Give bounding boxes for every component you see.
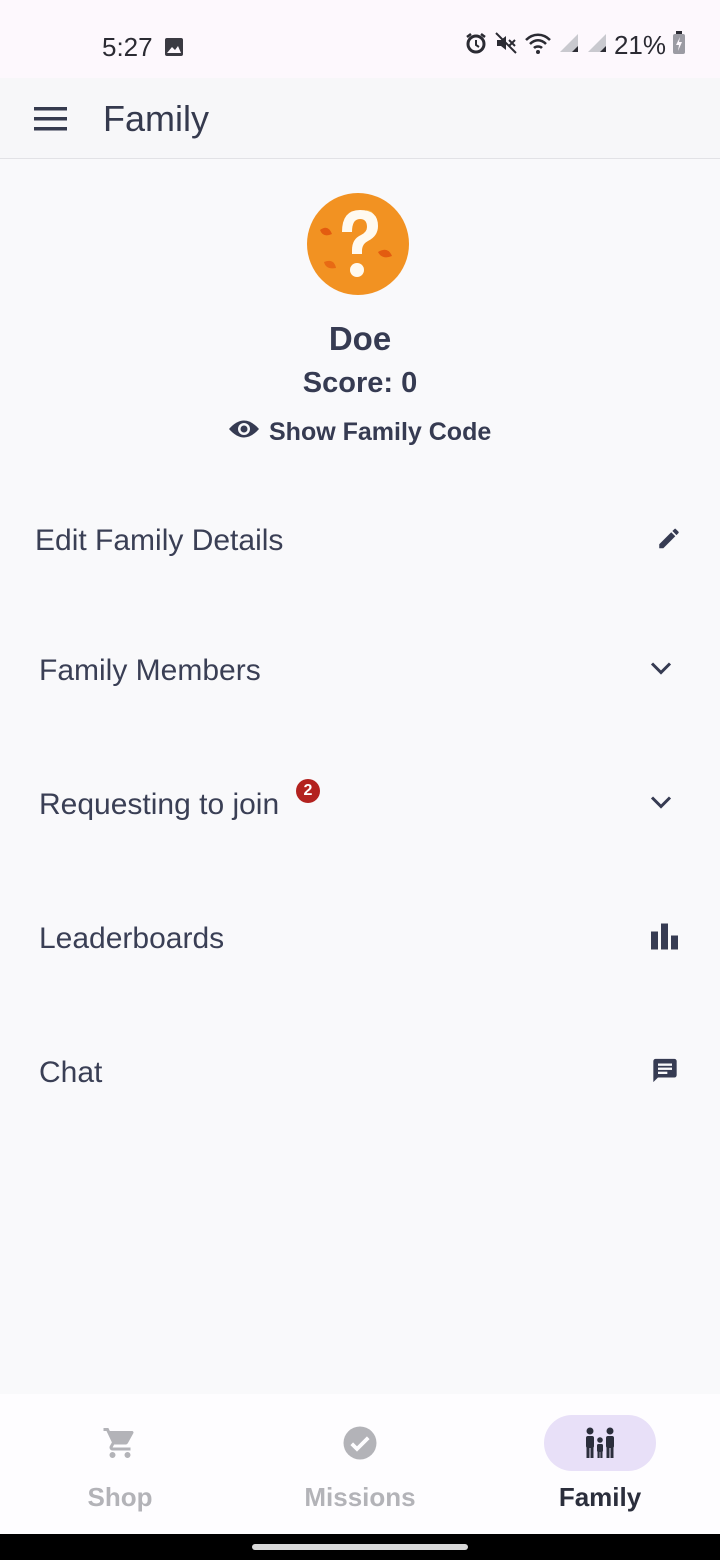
requesting-to-join-row[interactable]: Requesting to join 2 <box>0 755 720 855</box>
app-bar: Family <box>0 78 720 159</box>
mute-icon <box>494 31 518 60</box>
family-name: Doe <box>328 320 392 357</box>
wifi-icon <box>524 31 552 60</box>
chat-row[interactable]: Chat <box>0 1023 720 1123</box>
row-label: Requesting to join <box>39 788 280 821</box>
page-title: Family <box>103 98 209 139</box>
show-family-code-button[interactable]: Show Family Code <box>228 412 491 452</box>
chevron-down-icon[interactable] <box>649 661 673 682</box>
row-label: Chat <box>39 1056 103 1089</box>
show-family-code-label: Show Family Code <box>269 417 492 446</box>
bottom-navigation: Shop Missions Family <box>0 1394 720 1534</box>
check-circle-icon <box>342 1425 378 1466</box>
request-count-badge: 2 <box>296 779 320 803</box>
menu-icon[interactable] <box>34 106 68 137</box>
row-label: Edit Family Details <box>35 524 284 557</box>
bar-chart-icon[interactable] <box>651 923 679 955</box>
gesture-bar <box>0 1534 720 1560</box>
chevron-down-icon[interactable] <box>649 795 673 816</box>
screen: 5:27 21% Family Doe Score: 0 Show Family… <box>0 0 720 1560</box>
nav-shop[interactable]: Shop <box>0 1394 240 1534</box>
row-label: Family Members <box>39 654 261 687</box>
nav-family[interactable]: Family <box>480 1394 720 1534</box>
eye-icon <box>228 418 260 447</box>
gesture-handle[interactable] <box>252 1544 468 1550</box>
signal-icon <box>586 32 608 59</box>
edit-family-details-row[interactable]: Edit Family Details <box>0 491 720 591</box>
family-score: Score: 0 <box>302 367 418 399</box>
nav-label: Family <box>558 1482 642 1512</box>
status-bar: 5:27 21% <box>0 0 720 78</box>
chat-icon[interactable] <box>651 1057 679 1090</box>
leaderboards-row[interactable]: Leaderboards <box>0 889 720 989</box>
question-mark-avatar-icon <box>306 192 410 296</box>
cart-icon <box>102 1425 138 1466</box>
battery-percent: 21% <box>613 30 666 60</box>
battery-charging-icon <box>672 31 686 60</box>
family-members-row[interactable]: Family Members <box>0 621 720 721</box>
row-label: Leaderboards <box>39 922 225 955</box>
status-icons: 21% <box>464 30 686 61</box>
family-icon <box>582 1425 618 1466</box>
image-icon <box>164 37 184 62</box>
signal-icon <box>558 32 580 59</box>
status-time: 5:27 <box>102 32 153 62</box>
nav-missions[interactable]: Missions <box>240 1394 480 1534</box>
alarm-icon <box>464 31 488 60</box>
nav-label: Missions <box>304 1482 416 1512</box>
edit-icon[interactable] <box>656 526 682 557</box>
nav-label: Shop <box>87 1482 153 1512</box>
